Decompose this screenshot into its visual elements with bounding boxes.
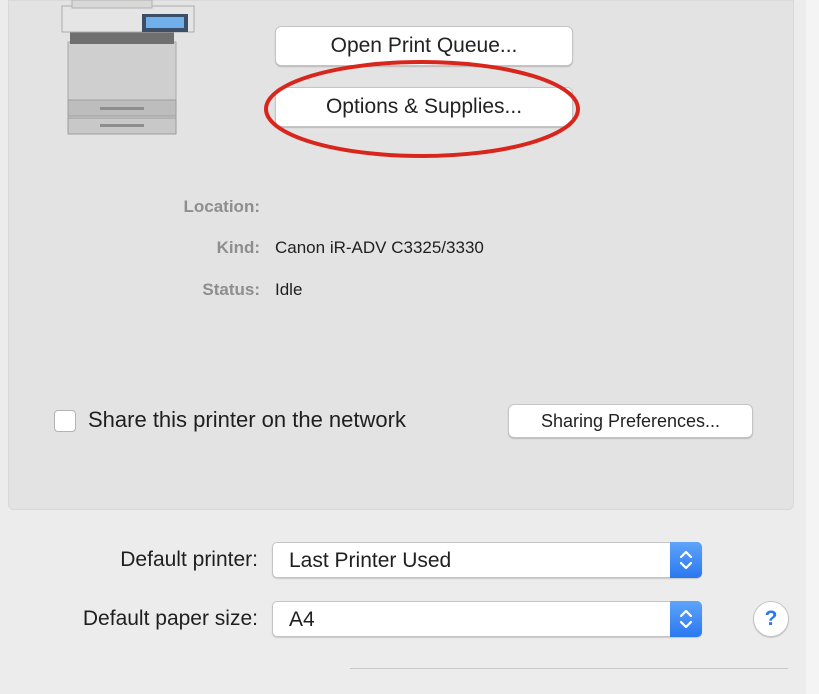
- chevron-updown-icon[interactable]: [670, 601, 702, 637]
- default-printer-value: Last Printer Used: [289, 549, 452, 572]
- chevron-updown-icon[interactable]: [670, 542, 702, 578]
- location-label: Location:: [183, 197, 261, 216]
- window-edge: [806, 0, 819, 694]
- share-printer-label[interactable]: Share this printer on the network: [88, 407, 406, 433]
- status-value: Idle: [275, 280, 303, 299]
- printer-icon: [61, 0, 195, 135]
- share-printer-checkbox[interactable]: [54, 410, 76, 432]
- default-printer-label: Default printer:: [120, 548, 258, 571]
- default-printer-popup[interactable]: Last Printer Used: [272, 542, 702, 578]
- default-paper-size-value: A4: [289, 608, 315, 631]
- kind-value: Canon iR-ADV C3325/3330: [275, 238, 484, 257]
- sharing-preferences-button[interactable]: Sharing Preferences...: [508, 404, 753, 438]
- default-paper-size-label: Default paper size:: [82, 607, 258, 630]
- status-label: Status:: [202, 280, 260, 299]
- help-icon[interactable]: ?: [753, 601, 789, 637]
- default-paper-size-popup[interactable]: A4: [272, 601, 702, 637]
- divider: [350, 668, 788, 669]
- kind-label: Kind:: [216, 238, 260, 257]
- open-print-queue-button[interactable]: Open Print Queue...: [275, 26, 573, 66]
- options-supplies-button[interactable]: Options & Supplies...: [275, 87, 573, 127]
